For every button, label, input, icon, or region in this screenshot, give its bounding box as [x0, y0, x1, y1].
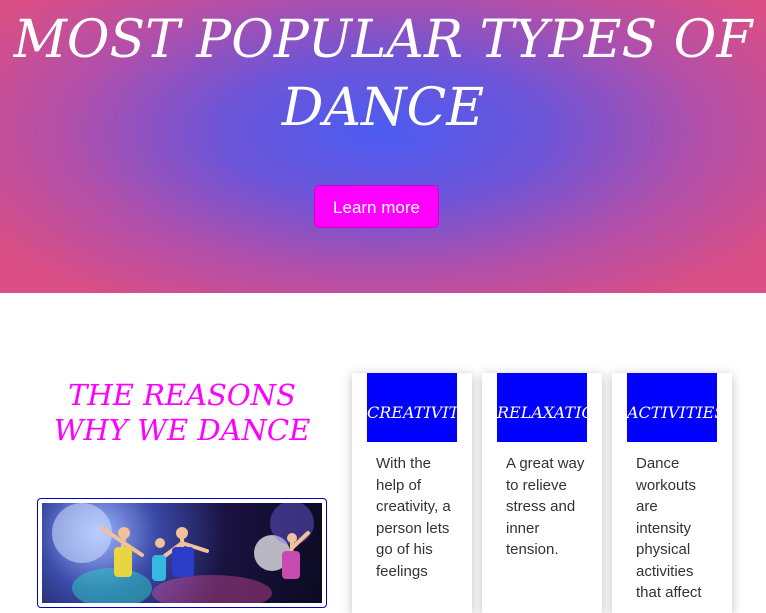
dancers-illustration	[52, 503, 314, 603]
card-activities: ACTIVITIES Dance workouts are intensity …	[612, 373, 732, 613]
dancers-photo	[42, 503, 322, 603]
card-heading: CREATIVITY	[367, 373, 457, 442]
hero-title: MOST POPULAR TYPES OF DANCE	[13, 10, 753, 138]
card-relaxation: RELAXATIO A great way to relieve stress …	[482, 373, 602, 613]
card-text: Dance workouts are intensity physical ac…	[636, 455, 702, 601]
reasons-heading: THE REASONS WHY WE DANCE	[53, 378, 311, 447]
card-text: With the help of creativity, a person le…	[376, 455, 451, 580]
card-creativity: CREATIVITY With the help of creativity, …	[352, 373, 472, 613]
card-text: A great way to relieve stress and inner …	[506, 455, 585, 558]
card-heading: RELAXATIO	[497, 373, 587, 442]
hero-banner: MOST POPULAR TYPES OF DANCE Learn more	[0, 0, 766, 293]
card-heading: ACTIVITIES	[627, 373, 717, 442]
learn-more-button[interactable]: Learn more	[314, 185, 439, 228]
